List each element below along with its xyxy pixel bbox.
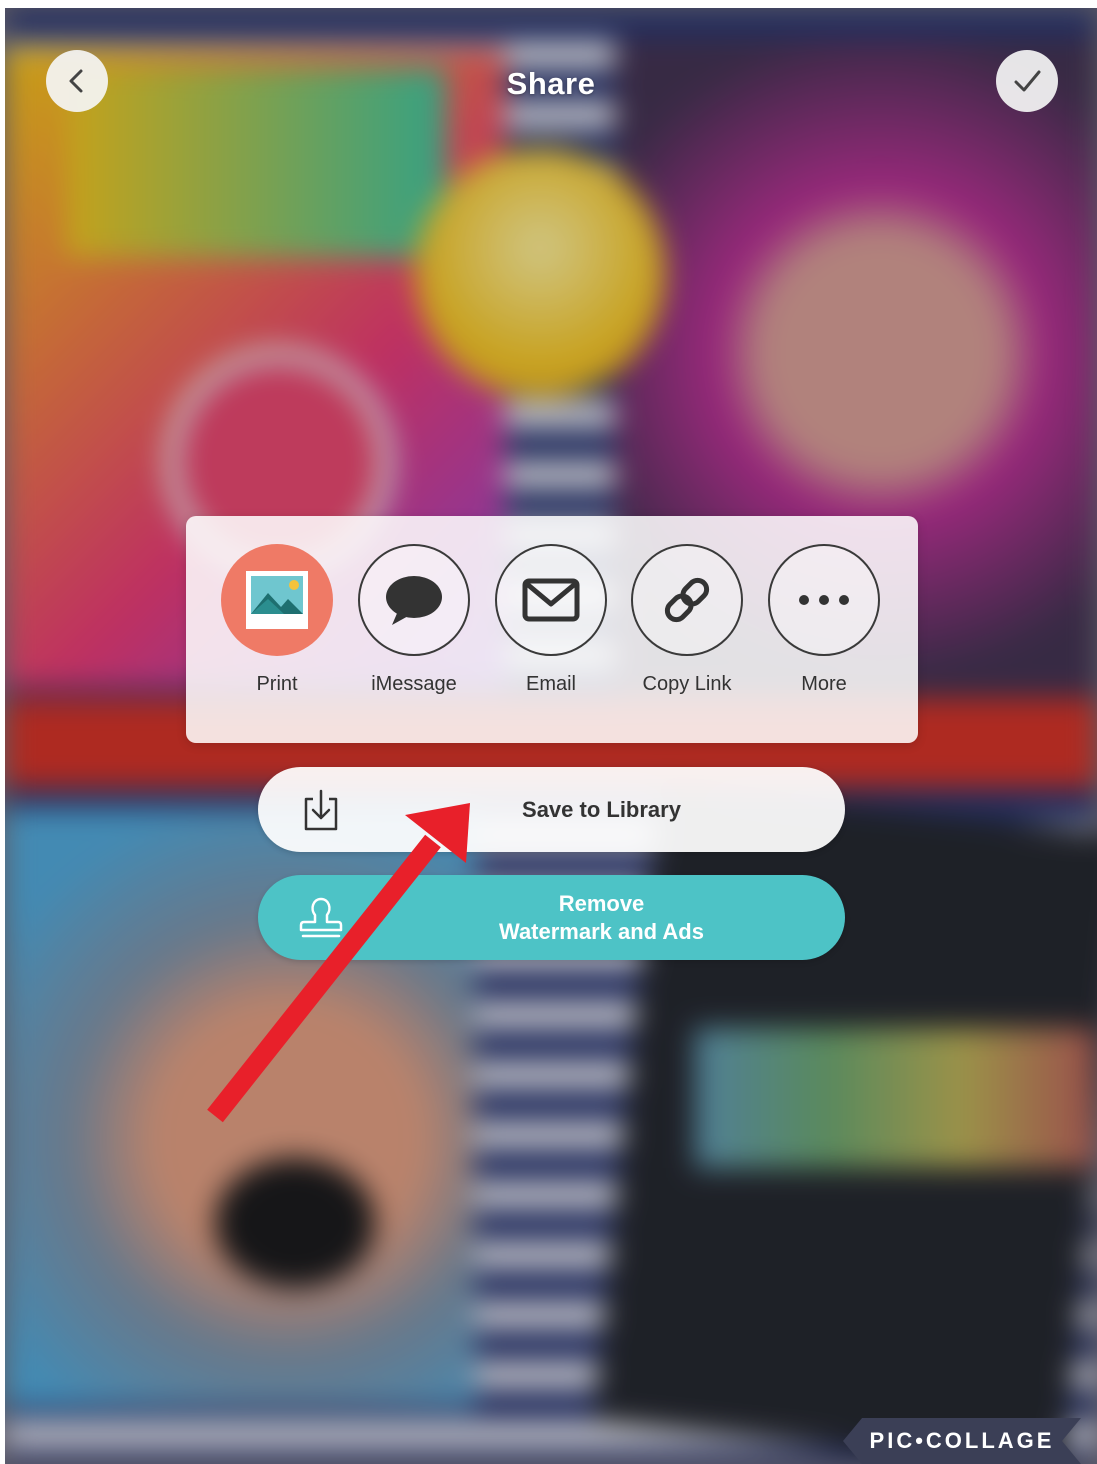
save-to-library-label: Save to Library xyxy=(522,796,681,822)
checkmark-icon xyxy=(1014,70,1041,92)
share-option-label: iMessage xyxy=(371,673,457,695)
imessage-circle xyxy=(358,544,470,656)
share-option-print[interactable]: Print xyxy=(219,544,335,696)
save-to-library-button[interactable]: Save to Library xyxy=(258,767,845,852)
share-option-label: Copy Link xyxy=(642,673,732,695)
more-dots-icon xyxy=(799,595,849,605)
envelope-icon xyxy=(522,578,580,622)
print-photo-icon xyxy=(246,571,308,629)
remove-watermark-label: Remove Watermark and Ads xyxy=(358,875,845,960)
done-button[interactable] xyxy=(996,50,1058,112)
print-circle xyxy=(221,544,333,656)
share-option-imessage[interactable]: iMessage xyxy=(356,544,472,696)
remove-label-line1: Remove xyxy=(558,890,645,916)
link-icon xyxy=(664,577,710,623)
remove-label-line2: Watermark and Ads xyxy=(499,918,704,944)
share-option-label: Print xyxy=(256,673,298,695)
share-option-label: More xyxy=(801,673,847,695)
share-option-copy-link[interactable]: Copy Link xyxy=(629,544,745,696)
share-option-label: Email xyxy=(525,673,576,695)
share-screen: Share Print iMessage Email Copy Link Mor… xyxy=(5,8,1097,1464)
pic-collage-watermark: PIC•COLLAGE xyxy=(843,1418,1081,1464)
page-title: Share xyxy=(506,66,596,101)
download-tray-icon xyxy=(304,789,338,831)
email-circle xyxy=(495,544,607,656)
share-options-panel: Print iMessage Email Copy Link More xyxy=(186,516,918,743)
copy-link-circle xyxy=(631,544,743,656)
speech-bubble-icon xyxy=(386,576,442,625)
stamp-icon xyxy=(299,897,343,938)
share-option-more[interactable]: More xyxy=(766,544,882,696)
share-option-email[interactable]: Email xyxy=(493,544,609,696)
more-circle xyxy=(768,544,880,656)
remove-watermark-button[interactable]: Remove Watermark and Ads xyxy=(258,875,845,960)
